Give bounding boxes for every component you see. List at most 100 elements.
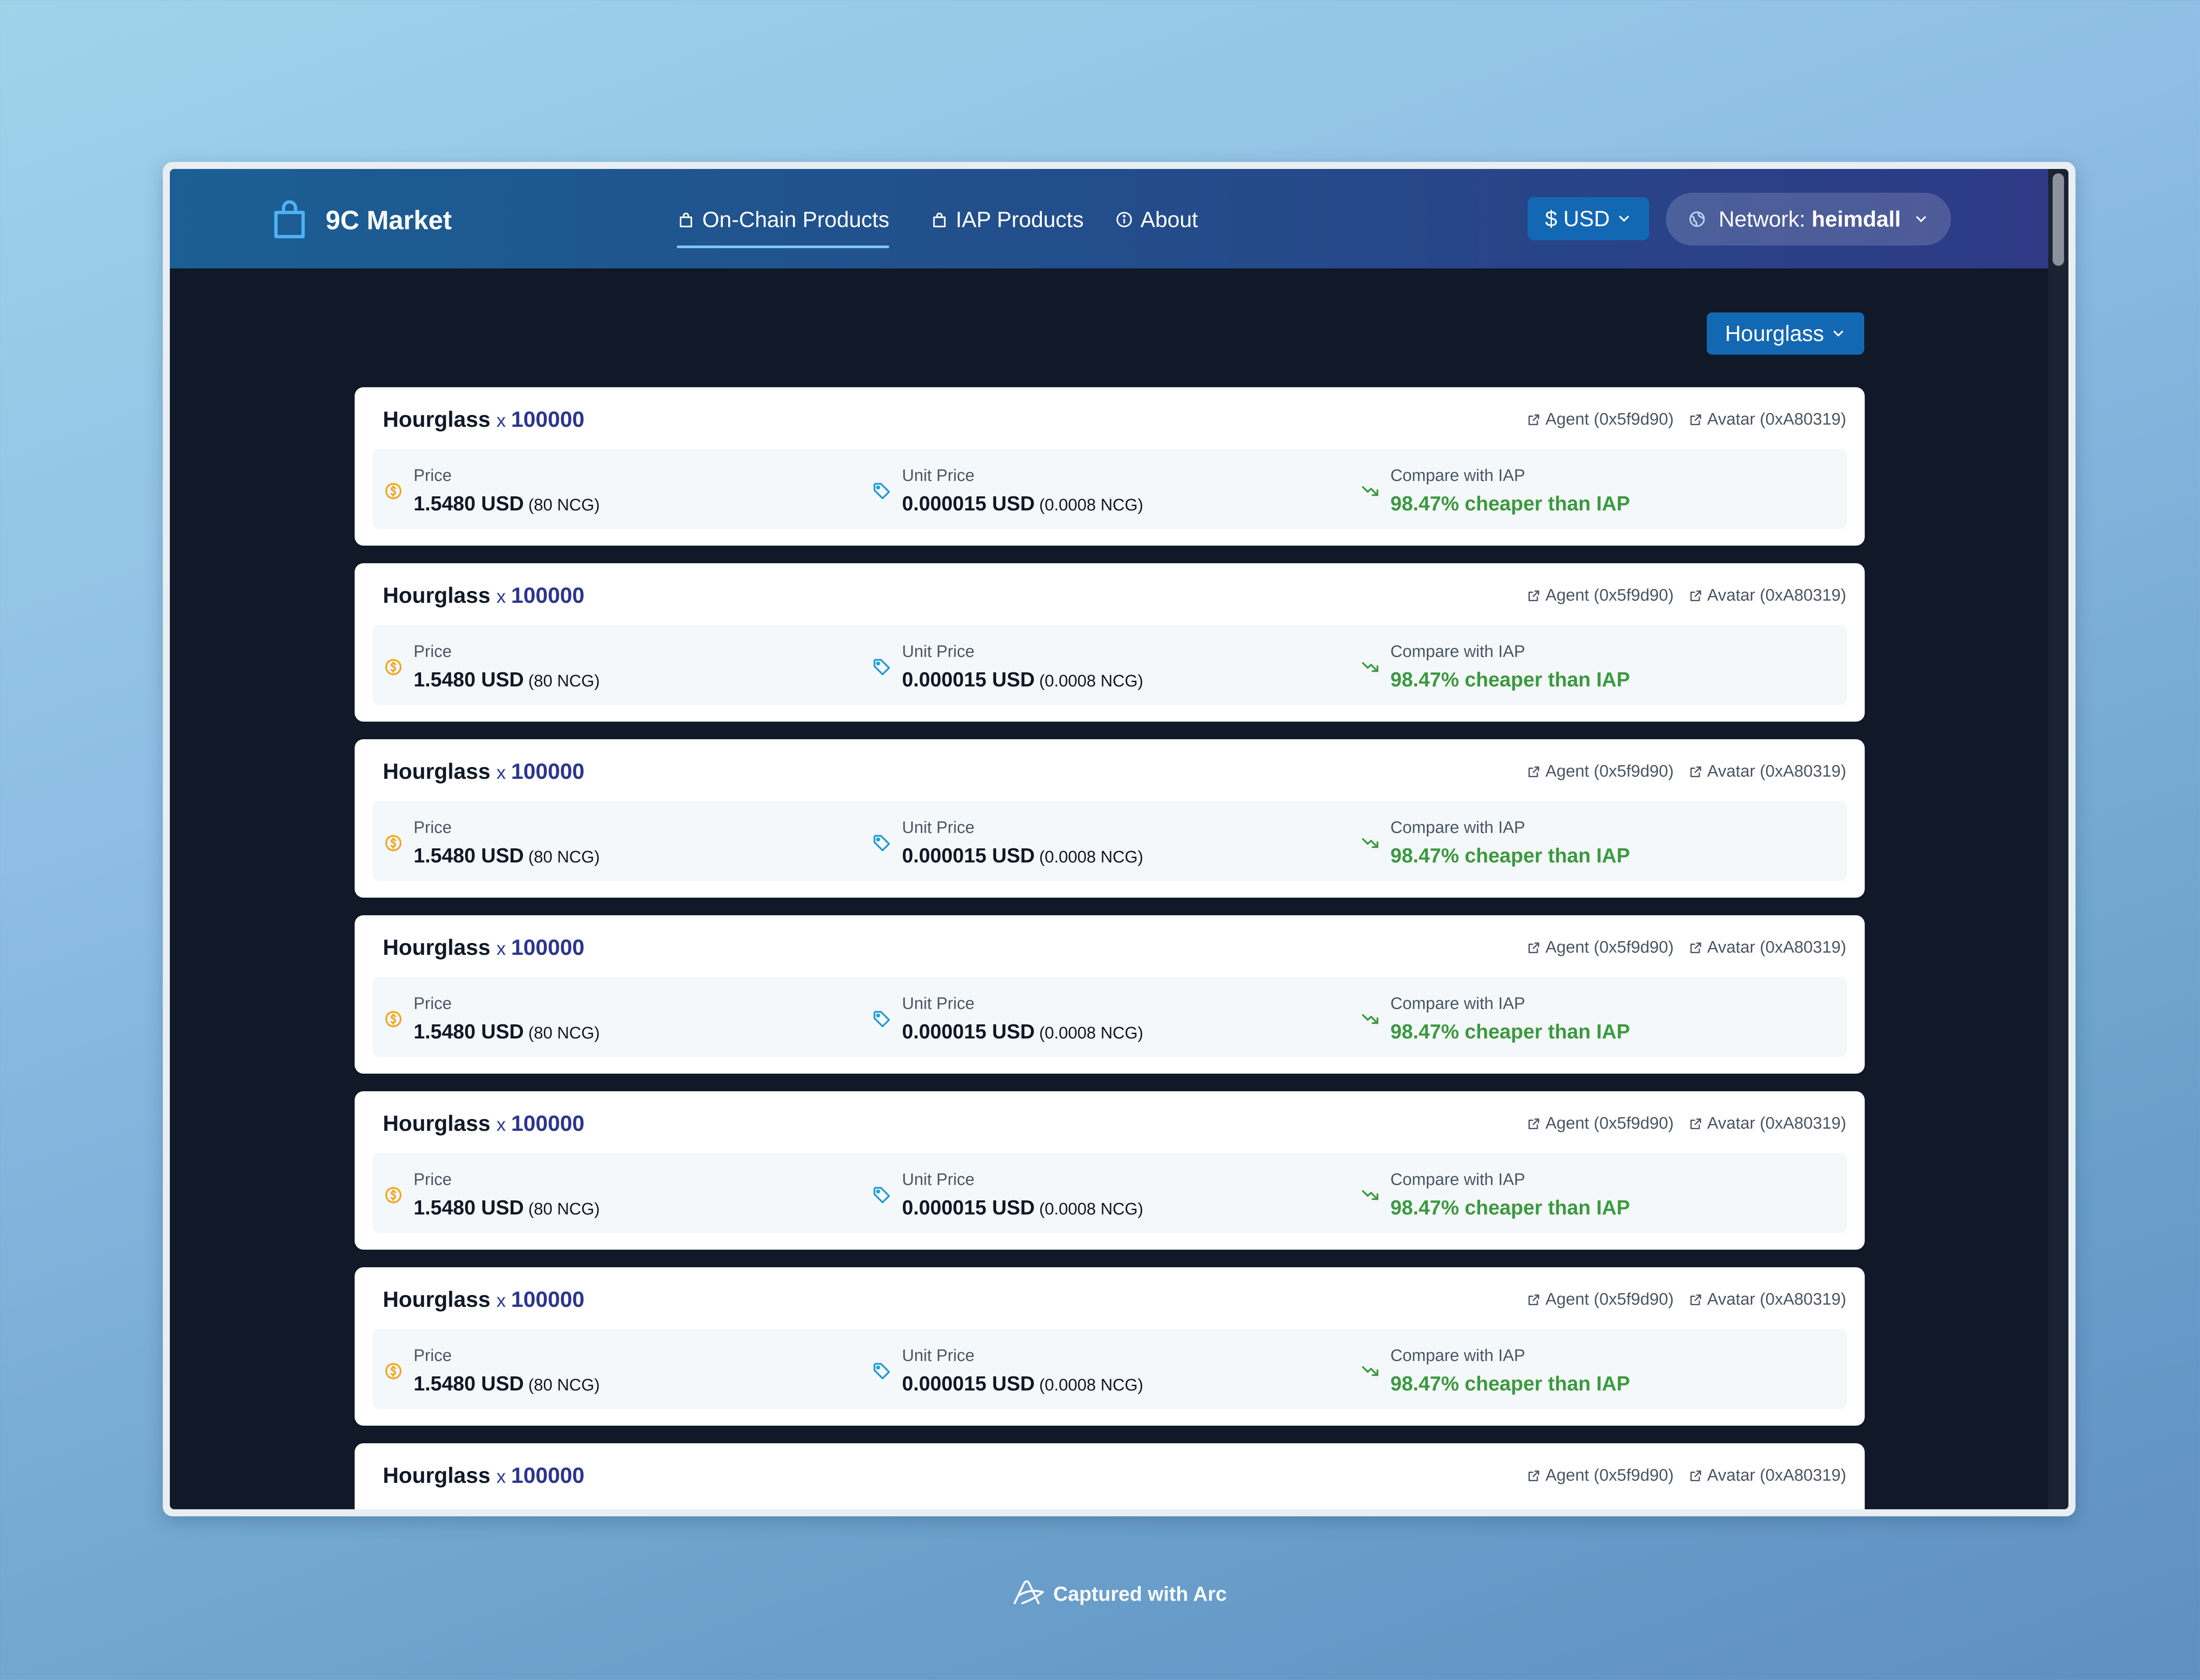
network-value: heimdall (1811, 207, 1901, 231)
price-info-row: Price 1.5480 USD (80 NCG) Unit Price 0.00001… (372, 625, 1847, 705)
product-title: Hourglass x 100000 (383, 1111, 584, 1136)
product-name: Hourglass (383, 1287, 491, 1312)
scrollbar-thumb[interactable] (2053, 173, 2064, 266)
agent-link[interactable]: Agent (0x5f9d90) (1527, 938, 1674, 957)
price-info-row: Price 1.5480 USD (80 NCG) Unit Price 0.00001… (372, 801, 1847, 881)
unit-price-value: 0.000015 USD (902, 492, 1035, 515)
avatar-link[interactable]: Avatar (0xA80319) (1689, 410, 1846, 429)
tag-icon (873, 658, 890, 675)
scrollbar[interactable] (2048, 169, 2068, 1509)
compare-label: Compare with IAP (1390, 818, 1525, 837)
product-links: Agent (0x5f9d90) Avatar (0xA80319) (1512, 1290, 1846, 1309)
compare-value: 98.47% cheaper than IAP (1390, 1372, 1630, 1395)
network-prefix: Network: (1718, 207, 1806, 231)
unit-price-info: Unit Price 0.000015 USD (0.0008 NCG) (872, 642, 1143, 691)
compare-label: Compare with IAP (1390, 466, 1525, 485)
top-navbar: 9C Market On-Chain Products IAP Products… (170, 169, 2048, 268)
product-card[interactable]: Hourglass x 100000 Agent (0x5f9d90) Avatar (… (355, 1267, 1865, 1426)
agent-link[interactable]: Agent (0x5f9d90) (1527, 1114, 1674, 1133)
price-label: Price (414, 642, 452, 661)
page-viewport: 9C Market On-Chain Products IAP Products… (170, 169, 2068, 1509)
external-link-icon (1529, 1118, 1540, 1129)
product-card[interactable]: Hourglass x 100000 Agent (0x5f9d90) Avatar (… (355, 1443, 1865, 1509)
product-title: Hourglass x 100000 (383, 1463, 584, 1488)
product-card[interactable]: Hourglass x 100000 Agent (0x5f9d90) Avatar (… (355, 915, 1865, 1074)
avatar-link-label: Avatar (0xA80319) (1707, 762, 1846, 781)
network-selector[interactable]: Network: heimdall (1666, 193, 1951, 246)
product-card[interactable]: Hourglass x 100000 Agent (0x5f9d90) Avatar (… (355, 387, 1865, 546)
quantity-multiplier: x (496, 1290, 506, 1311)
avatar-link[interactable]: Avatar (0xA80319) (1689, 1290, 1846, 1309)
external-link-icon (1690, 766, 1701, 777)
product-quantity: 100000 (511, 407, 585, 432)
coin-icon (385, 1362, 402, 1379)
shopping-bag-icon (274, 200, 305, 238)
agent-link-label: Agent (0x5f9d90) (1545, 938, 1674, 957)
agent-link[interactable]: Agent (0x5f9d90) (1527, 586, 1674, 605)
tag-icon (873, 482, 890, 499)
trending-down-icon (1362, 838, 1379, 848)
product-card[interactable]: Hourglass x 100000 Agent (0x5f9d90) Avatar (… (355, 563, 1865, 722)
quantity-multiplier: x (496, 1114, 506, 1135)
product-quantity: 100000 (511, 1111, 585, 1136)
price-value: 1.5480 USD (414, 668, 524, 691)
avatar-link[interactable]: Avatar (0xA80319) (1689, 938, 1846, 957)
product-links: Agent (0x5f9d90) Avatar (0xA80319) (1512, 762, 1846, 781)
agent-link[interactable]: Agent (0x5f9d90) (1527, 762, 1674, 781)
avatar-link[interactable]: Avatar (0xA80319) (1689, 762, 1846, 781)
price-ncg: (80 NCG) (528, 848, 600, 866)
compare-label: Compare with IAP (1390, 1346, 1525, 1365)
external-link-icon (1690, 590, 1701, 601)
unit-price-ncg: (0.0008 NCG) (1039, 672, 1144, 690)
avatar-link[interactable]: Avatar (0xA80319) (1689, 586, 1846, 605)
agent-link-label: Agent (0x5f9d90) (1545, 1114, 1674, 1133)
product-links: Agent (0x5f9d90) Avatar (0xA80319) (1512, 410, 1846, 429)
product-card[interactable]: Hourglass x 100000 Agent (0x5f9d90) Avatar (… (355, 739, 1865, 898)
agent-link[interactable]: Agent (0x5f9d90) (1527, 1466, 1674, 1485)
avatar-link[interactable]: Avatar (0xA80319) (1689, 1114, 1846, 1133)
bag-icon (680, 213, 692, 227)
compare-value: 98.47% cheaper than IAP (1390, 668, 1630, 691)
caption-text: Captured with Arc (1053, 1582, 1227, 1605)
nav-iap-products[interactable]: IAP Products (930, 203, 1084, 236)
nav-on-chain-products[interactable]: On-Chain Products (677, 203, 890, 248)
price-value: 1.5480 USD (414, 1196, 524, 1219)
nav-link-label: IAP Products (956, 207, 1084, 232)
trending-down-icon (1362, 1190, 1379, 1200)
product-name: Hourglass (383, 583, 491, 608)
product-card[interactable]: Hourglass x 100000 Agent (0x5f9d90) Avatar (… (355, 1091, 1865, 1250)
nav-link-label: On-Chain Products (702, 207, 890, 232)
agent-link[interactable]: Agent (0x5f9d90) (1527, 1290, 1674, 1309)
agent-link-label: Agent (0x5f9d90) (1545, 1466, 1674, 1485)
unit-price-info: Unit Price 0.000015 USD (0.0008 NCG) (872, 466, 1143, 515)
trending-down-icon (1362, 486, 1379, 496)
chevron-down-icon (1916, 216, 1926, 223)
price-ncg: (80 NCG) (528, 1024, 600, 1042)
unit-price-value: 0.000015 USD (902, 668, 1035, 691)
nav-about[interactable]: About (1115, 203, 1198, 236)
avatar-link[interactable]: Avatar (0xA80319) (1689, 1466, 1846, 1485)
coin-icon (385, 482, 402, 499)
filter-selected-label: Hourglass (1725, 321, 1824, 346)
quantity-multiplier: x (496, 586, 506, 607)
unit-price-ncg: (0.0008 NCG) (1039, 496, 1144, 514)
item-filter-dropdown[interactable]: Hourglass (1707, 312, 1864, 355)
tag-icon (873, 1010, 890, 1027)
price-label: Price (414, 818, 452, 837)
currency-selector[interactable]: $ USD (1528, 197, 1649, 240)
price-ncg: (80 NCG) (528, 1200, 600, 1218)
product-title: Hourglass x 100000 (383, 1287, 584, 1312)
product-quantity: 100000 (511, 1287, 585, 1312)
avatar-link-label: Avatar (0xA80319) (1707, 1114, 1846, 1133)
brand-logo[interactable]: 9C Market (271, 198, 452, 242)
price-info: Price 1.5480 USD (80 NCG) (384, 1170, 600, 1219)
quantity-multiplier: x (496, 410, 506, 431)
agent-link[interactable]: Agent (0x5f9d90) (1527, 410, 1674, 429)
capture-caption: Captured with Arc (0, 1580, 2200, 1608)
unit-price-info: Unit Price 0.000015 USD (0.0008 NCG) (872, 1170, 1143, 1219)
iap-compare-info: Compare with IAP 98.47% cheaper than IAP (1360, 1346, 1630, 1395)
avatar-link-label: Avatar (0xA80319) (1707, 410, 1846, 429)
price-ncg: (80 NCG) (528, 496, 600, 514)
price-info: Price 1.5480 USD (80 NCG) (384, 818, 600, 867)
external-link-icon (1690, 414, 1701, 425)
